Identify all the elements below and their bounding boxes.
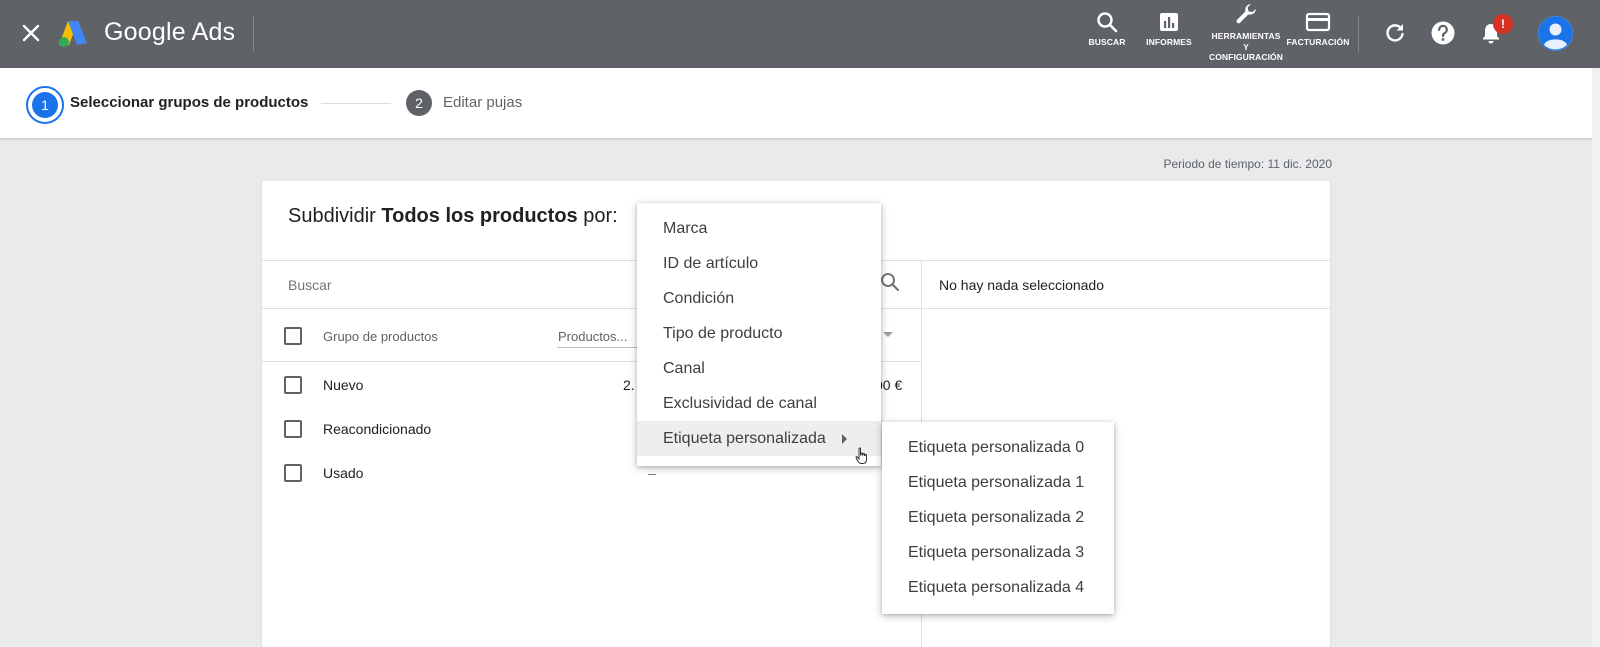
avatar[interactable]	[1538, 16, 1573, 51]
hand-cursor-icon	[855, 447, 867, 464]
refresh-icon	[1386, 24, 1404, 42]
nav-tools[interactable]: HERRAMIENTAS Y CONFIGURACIÓN	[1208, 2, 1284, 63]
nav-search-label: BUSCAR	[1088, 37, 1126, 47]
wrench-icon	[1236, 4, 1256, 24]
menu-item-brand[interactable]: Marca	[637, 211, 881, 246]
brand-name: Google Ads	[104, 18, 236, 46]
reports-icon	[1160, 13, 1178, 31]
search-icon	[1097, 12, 1118, 33]
top-bar: Google Ads BUSCAR INFORMES HERRAMIENTAS …	[0, 0, 1600, 68]
row-checkbox[interactable]	[284, 464, 302, 482]
select-all-checkbox[interactable]	[284, 327, 302, 345]
account-icon	[1538, 16, 1573, 51]
step-1-label[interactable]: Seleccionar grupos de productos	[70, 94, 308, 111]
row-name[interactable]: Usado	[323, 465, 363, 481]
subdivide-by-menu: Marca ID de artículo Condición Tipo de p…	[637, 203, 881, 466]
notification-badge: !	[1493, 14, 1513, 34]
google-ads-logo-icon	[59, 21, 87, 47]
title-prefix: Subdividir	[288, 205, 382, 227]
chevron-right-icon	[842, 434, 847, 444]
nav-reports[interactable]: INFORMES	[1143, 10, 1195, 48]
sort-arrow-icon[interactable]	[883, 332, 893, 337]
column-underline	[557, 347, 637, 348]
step-connector	[321, 103, 391, 104]
search-icon[interactable]	[879, 271, 901, 293]
step-2-label[interactable]: Editar pujas	[443, 94, 522, 111]
submenu-item-custom-label-2[interactable]: Etiqueta personalizada 2	[882, 500, 1114, 535]
menu-item-product-type[interactable]: Tipo de producto	[637, 316, 881, 351]
title-suffix: por:	[577, 205, 618, 227]
help-button[interactable]	[1429, 19, 1457, 47]
column-header-products[interactable]: Productos...	[558, 329, 627, 344]
row-products: 2.	[623, 377, 635, 393]
card-title: Subdividir Todos los productos por:	[288, 205, 618, 228]
row-checkbox[interactable]	[284, 420, 302, 438]
row-products: –	[648, 465, 656, 481]
divider	[253, 16, 254, 52]
menu-item-item-id[interactable]: ID de artículo	[637, 246, 881, 281]
submenu-item-custom-label-0[interactable]: Etiqueta personalizada 0	[882, 430, 1114, 465]
menu-item-channel[interactable]: Canal	[637, 351, 881, 386]
scrollbar[interactable]	[1592, 68, 1600, 647]
nav-search[interactable]: BUSCAR	[1088, 10, 1126, 48]
nav-tools-label: HERRAMIENTAS Y CONFIGURACIÓN	[1208, 31, 1284, 62]
stepper: 1 Seleccionar grupos de productos 2 Edit…	[0, 68, 1592, 138]
step-1-number[interactable]: 1	[32, 92, 58, 118]
column-header-product-group[interactable]: Grupo de productos	[323, 329, 438, 344]
nav-billing[interactable]: FACTURACIÓN	[1285, 10, 1351, 48]
custom-label-submenu: Etiqueta personalizada 0 Etiqueta person…	[882, 422, 1114, 614]
step-2-number[interactable]: 2	[406, 90, 432, 116]
credit-card-icon	[1305, 12, 1331, 32]
row-name[interactable]: Reacondicionado	[323, 421, 431, 437]
menu-item-custom-label-text: Etiqueta personalizada	[663, 429, 826, 447]
nav-reports-label: INFORMES	[1146, 37, 1192, 47]
time-period: Periodo de tiempo: 11 dic. 2020	[1163, 157, 1332, 171]
search-input[interactable]: Buscar	[288, 277, 332, 293]
close-icon	[22, 24, 40, 42]
divider	[1358, 16, 1359, 52]
selection-empty-text: No hay nada seleccionado	[939, 277, 1105, 293]
menu-item-custom-label[interactable]: Etiqueta personalizada	[637, 421, 881, 456]
row-name[interactable]: Nuevo	[323, 377, 363, 393]
submenu-item-custom-label-1[interactable]: Etiqueta personalizada 1	[882, 465, 1114, 500]
row-checkbox[interactable]	[284, 376, 302, 394]
help-icon	[1431, 21, 1455, 45]
menu-item-condition[interactable]: Condición	[637, 281, 881, 316]
close-button[interactable]	[16, 18, 46, 48]
submenu-item-custom-label-4[interactable]: Etiqueta personalizada 4	[882, 570, 1114, 605]
submenu-item-custom-label-3[interactable]: Etiqueta personalizada 3	[882, 535, 1114, 570]
menu-item-channel-exclusivity[interactable]: Exclusividad de canal	[637, 386, 881, 421]
nav-billing-label: FACTURACIÓN	[1286, 37, 1350, 47]
title-bold: Todos los productos	[381, 205, 578, 227]
refresh-button[interactable]	[1381, 19, 1409, 47]
